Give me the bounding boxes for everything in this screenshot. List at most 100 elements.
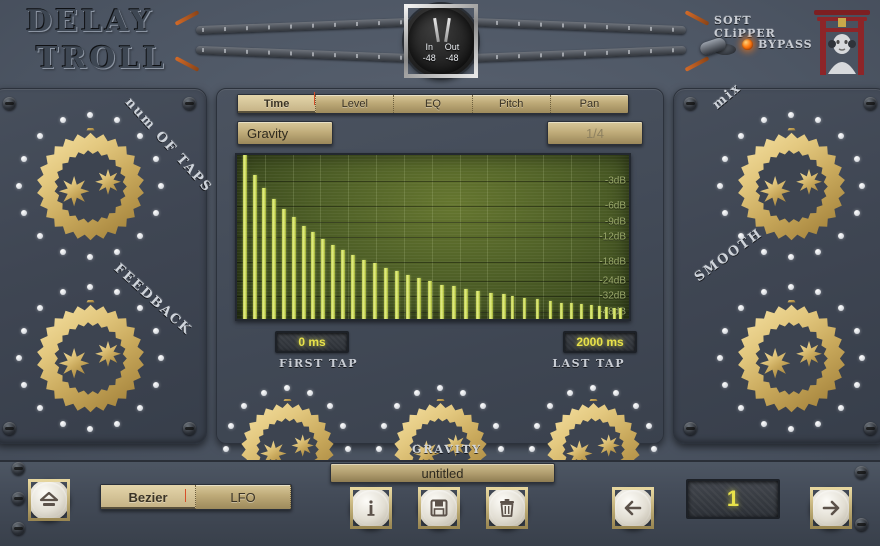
rail-top-left: [195, 17, 415, 35]
knob-led-dot: [722, 327, 729, 334]
trash-icon: [500, 499, 514, 517]
gear-graphic: [32, 127, 149, 245]
knob-led-dot: [722, 382, 729, 389]
rail-tip-3: [684, 10, 710, 26]
info-button[interactable]: [350, 487, 392, 529]
right-control-panel: mix SMOOTH: [673, 80, 880, 444]
knob-led-dot: [59, 248, 66, 255]
save-button[interactable]: [418, 487, 460, 529]
knob-led-dot: [340, 422, 347, 429]
knob-led-dot: [87, 426, 93, 432]
screw: [183, 422, 196, 435]
meter-out-value: -48: [445, 53, 459, 63]
tab-pan[interactable]: Pan: [551, 95, 628, 113]
shape-mode-select[interactable]: Bezier LFO: [100, 484, 292, 510]
next-preset-button[interactable]: [810, 487, 852, 529]
shape-position-marker: [185, 489, 186, 502]
soft-clipper-group: SOFT CLiPPER BYPASS: [698, 14, 814, 57]
knob-led-dot: [152, 327, 159, 334]
arrow-right-icon: [822, 500, 840, 516]
knob-led-dot: [760, 289, 767, 296]
shape-tab-bezier[interactable]: Bezier: [101, 485, 196, 509]
preset-number-value: 1: [726, 486, 740, 511]
home-button[interactable]: [28, 479, 70, 521]
knob-led-dot: [533, 422, 540, 429]
shape-tab-lfo[interactable]: LFO: [196, 485, 291, 509]
tab-eq[interactable]: EQ: [394, 95, 473, 113]
torii-monk-logo: [810, 2, 874, 78]
meter-in-value: -48: [422, 53, 436, 63]
bypass-led-icon: [742, 39, 753, 50]
bypass-control[interactable]: BYPASS: [742, 38, 813, 51]
bypass-label: BYPASS: [758, 38, 813, 51]
delete-button[interactable]: [486, 487, 528, 529]
tab-label: Time: [263, 98, 290, 110]
knob-led-dot: [760, 248, 767, 255]
knob-led-dot: [760, 420, 767, 427]
last-tap-label: LAST TAP: [552, 357, 625, 370]
parameter-tab-strip[interactable]: Time Level EQ Pitch Pan: [237, 94, 629, 114]
preset-name-value: untitled: [421, 465, 464, 481]
preset-number-display[interactable]: 1: [686, 479, 780, 519]
tab-label: Bezier: [128, 489, 168, 505]
knob-led-dot: [223, 446, 229, 452]
knob-led-dot: [859, 183, 865, 189]
knob-led-dot: [114, 420, 121, 427]
knob-led-dot: [87, 284, 93, 290]
soft-clipper-toggle[interactable]: [698, 36, 746, 57]
knob-led-dot: [760, 117, 767, 124]
first-tap-display[interactable]: 0 ms: [275, 331, 349, 353]
screw: [3, 97, 16, 110]
screw: [12, 462, 25, 475]
screw: [855, 466, 868, 479]
knob-led-dot: [717, 183, 723, 189]
tab-time[interactable]: Time: [238, 95, 317, 113]
knob-label-mix: mix: [710, 80, 745, 113]
io-meter[interactable]: In -48 Out -48: [404, 4, 478, 78]
knob-led-dot: [815, 117, 822, 124]
rail-bottom-right: [467, 45, 687, 63]
knob-led-dot: [788, 112, 794, 118]
knob-led-dot: [853, 210, 860, 217]
knob-led-dot: [788, 284, 794, 290]
knob-led-dot: [566, 389, 573, 396]
tab-pitch[interactable]: Pitch: [473, 95, 551, 113]
curve-type-select[interactable]: Gravity: [237, 121, 333, 145]
knob-led-dot: [646, 422, 653, 429]
knob-led-dot: [413, 389, 420, 396]
time-division-select[interactable]: 1/4: [547, 121, 643, 145]
knob-led-dot: [114, 248, 121, 255]
plugin-title: DELAY TROLL: [22, 4, 192, 80]
knob-led-dot: [853, 382, 860, 389]
screw: [684, 422, 697, 435]
tab-label: Pan: [579, 98, 600, 110]
knob-feedback[interactable]: [15, 283, 165, 433]
tap-level-graph[interactable]: -3dB-6dB-9dB-12dB-18dB-24dB-32dB-48dB: [235, 153, 631, 321]
last-tap-display[interactable]: 2000 ms: [563, 331, 637, 353]
first-tap-value: 0 ms: [298, 335, 326, 349]
title-line-1: DELAY: [26, 4, 155, 39]
preset-name-field[interactable]: untitled: [330, 463, 555, 483]
knob-led-dot: [284, 385, 290, 391]
gear-graphic: [733, 299, 850, 417]
knob-smooth[interactable]: [716, 283, 866, 433]
knob-led-dot: [21, 327, 28, 334]
knob-led-dot: [87, 112, 93, 118]
knob-led-dot: [16, 355, 22, 361]
left-control-panel: num OF TAPS FEEDBACK: [0, 88, 215, 444]
knob-led-dot: [590, 385, 596, 391]
knob-led-dot: [613, 389, 620, 396]
title-line-2: TROLL: [36, 41, 167, 76]
knob-label-gravity: GRAVITY: [412, 443, 482, 456]
knob-led-dot: [21, 155, 28, 162]
screw: [183, 97, 196, 110]
time-division-value: 1/4: [585, 125, 605, 141]
meter-needle-in: [433, 17, 440, 43]
prev-preset-button[interactable]: [612, 487, 654, 529]
screw: [12, 492, 25, 505]
last-tap-value: 2000 ms: [576, 335, 624, 349]
meter-needles: [408, 17, 474, 46]
knob-led-dot: [260, 389, 267, 396]
knob-num-of-taps[interactable]: [15, 111, 165, 261]
tab-level[interactable]: Level: [316, 95, 395, 113]
